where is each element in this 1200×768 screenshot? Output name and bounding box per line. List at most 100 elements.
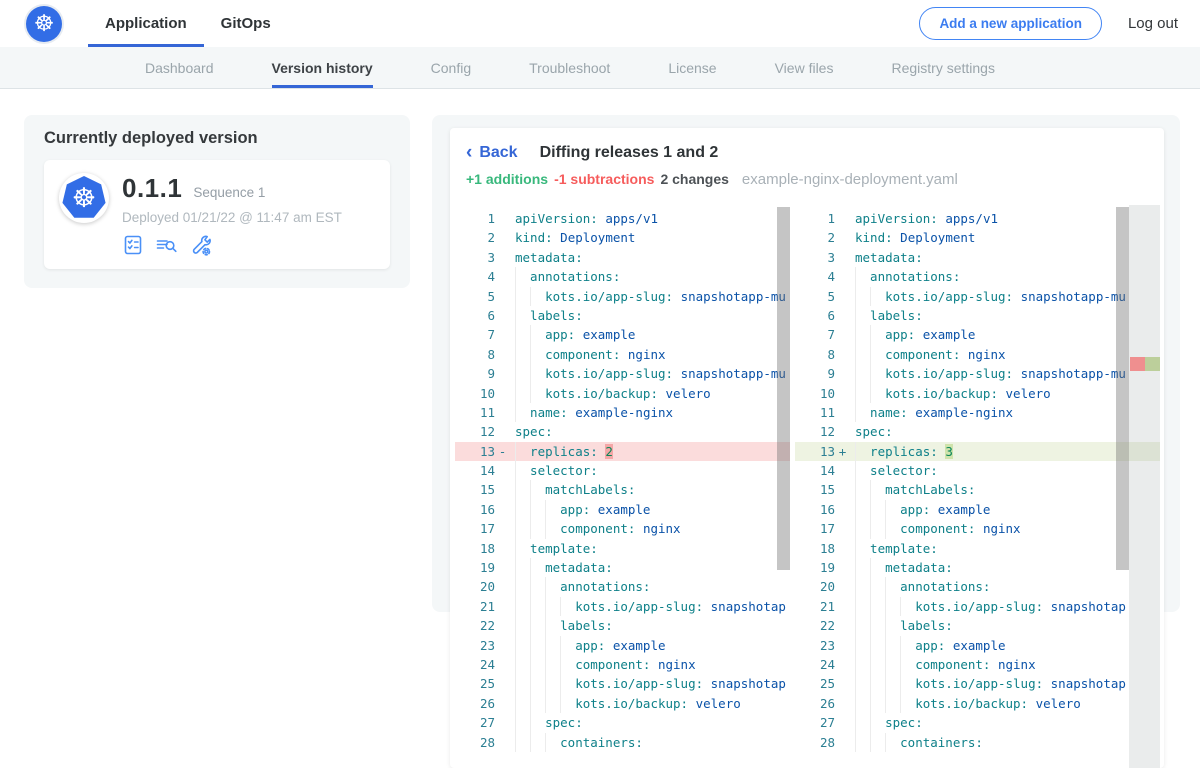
line-number: 26 (455, 694, 495, 713)
code-text: kots.io/app-slug: snapshotap (850, 597, 1160, 616)
line-number: 1 (455, 209, 495, 228)
diff-line: 25kots.io/app-slug: snapshotap (455, 674, 790, 693)
changes-count: 2 changes (660, 171, 728, 187)
diff-sign (835, 384, 850, 403)
subnav-item-license[interactable]: License (668, 47, 716, 88)
diff-sign (835, 306, 850, 325)
app-icon-badge: ☸ (59, 173, 109, 223)
app-subnav: Dashboard Version history Config Troublesho… (0, 47, 1200, 89)
code-text: kots.io/backup: velero (510, 694, 790, 713)
diff-line: 18template: (455, 539, 790, 558)
code-text: kots.io/app-slug: snapshotapp-mu (510, 287, 790, 306)
subnav-item-version-history[interactable]: Version history (272, 47, 373, 88)
subnav-item-view-files[interactable]: View files (775, 47, 834, 88)
diff-line: 22labels: (795, 616, 1160, 635)
diff-sign (495, 345, 510, 364)
currently-deployed-card: Currently deployed version ☸ 0.1.1 Seque… (24, 115, 410, 288)
code-text: metadata: (850, 558, 1160, 577)
diff-line: 19 metadata: (795, 558, 1160, 577)
chevron-left-icon: ‹ (466, 143, 472, 162)
code-text: spec: (850, 713, 1160, 732)
line-number: 16 (795, 500, 835, 519)
line-number: 28 (795, 733, 835, 752)
code-text: template: (850, 539, 1160, 558)
diff-line: 10kots.io/backup: velero (795, 384, 1160, 403)
line-number: 19 (795, 558, 835, 577)
line-number: 8 (455, 345, 495, 364)
add-application-button[interactable]: Add a new application (919, 7, 1102, 40)
diff-sign (495, 403, 510, 422)
diff-line: 4annotations: (455, 267, 790, 286)
code-text: component: nginx (510, 655, 790, 674)
code-text: replicas: 3 (850, 442, 1160, 461)
tab-application[interactable]: Application (88, 0, 204, 47)
diff-line: 1apiVersion: apps/v1 (455, 209, 790, 228)
code-text: component: nginx (850, 345, 1160, 364)
app-tabs: ApplicationGitOps (88, 0, 288, 47)
diff-sign (495, 577, 510, 596)
code-text: component: nginx (850, 655, 1160, 674)
diff-sign (835, 480, 850, 499)
line-number: 27 (455, 713, 495, 732)
diff-sign (495, 248, 510, 267)
diff-sign (495, 287, 510, 306)
diff-pane-original: 1apiVersion: apps/v12kind: Deployment3me… (455, 205, 790, 768)
code-text: spec: (510, 713, 790, 732)
code-text: annotations: (510, 577, 790, 596)
line-number: 17 (455, 519, 495, 538)
line-number: 17 (795, 519, 835, 538)
diff-line: 9kots.io/app-slug: snapshotapp-mu (795, 364, 1160, 383)
back-button[interactable]: ‹ Back (466, 143, 518, 162)
line-number: 5 (455, 287, 495, 306)
diff-line: 21kots.io/app-slug: snapshotap (795, 597, 1160, 616)
code-text: apiVersion: apps/v1 (850, 209, 1160, 228)
diff-sign (495, 558, 510, 577)
code-text: component: nginx (510, 345, 790, 364)
diff-sign (495, 713, 510, 732)
diff-sign (835, 577, 850, 596)
diff-sign (835, 422, 850, 441)
line-number: 23 (795, 636, 835, 655)
subnav-item-config[interactable]: Config (431, 47, 471, 88)
line-number: 24 (795, 655, 835, 674)
diff-sign (495, 500, 510, 519)
code-text: kots.io/backup: velero (510, 384, 790, 403)
diff-line: 13-replicas: 2 (455, 442, 790, 461)
logout-link[interactable]: Log out (1128, 15, 1178, 32)
deploy-logs-icon[interactable] (155, 234, 178, 256)
diff-line: 9kots.io/app-slug: snapshotapp-mu (455, 364, 790, 383)
scrollbar-right[interactable] (1116, 207, 1129, 570)
diff-line: 8 component: nginx (455, 345, 790, 364)
tab-gitops[interactable]: GitOps (204, 0, 288, 47)
diff-line: 17component: nginx (795, 519, 1160, 538)
code-text: spec: (510, 422, 790, 441)
scrollbar-left[interactable] (777, 207, 790, 570)
diff-line: 25kots.io/app-slug: snapshotap (795, 674, 1160, 693)
diff-sign (495, 636, 510, 655)
diff-stats: +1 additions -1 subtractions 2 changes e… (466, 171, 1148, 188)
diff-sign (495, 306, 510, 325)
diff-line: 4annotations: (795, 267, 1160, 286)
code-text: name: example-nginx (510, 403, 790, 422)
diff-sign (835, 539, 850, 558)
topbar-actions: Add a new application Log out (919, 7, 1178, 40)
diff-line: 2kind: Deployment (795, 228, 1160, 247)
code-text: metadata: (850, 248, 1160, 267)
line-number: 20 (795, 577, 835, 596)
diff-header: ‹ Back Diffing releases 1 and 2 +1 addit… (450, 128, 1164, 188)
code-text: kots.io/backup: velero (850, 694, 1160, 713)
diff-sign (495, 325, 510, 344)
subnav-item-dashboard[interactable]: Dashboard (145, 47, 214, 88)
diff-line: 24 component: nginx (795, 655, 1160, 674)
edit-config-icon[interactable] (189, 234, 212, 256)
code-text: metadata: (510, 248, 790, 267)
code-text: kind: Deployment (850, 228, 1160, 247)
preflight-checks-icon[interactable] (122, 234, 144, 256)
line-number: 4 (795, 267, 835, 286)
subnav-item-registry-settings[interactable]: Registry settings (891, 47, 994, 88)
diff-line: 16app: example (455, 500, 790, 519)
diff-line: 7app: example (455, 325, 790, 344)
code-text: template: (510, 539, 790, 558)
subnav-item-troubleshoot[interactable]: Troubleshoot (529, 47, 610, 88)
code-text: selector: (850, 461, 1160, 480)
